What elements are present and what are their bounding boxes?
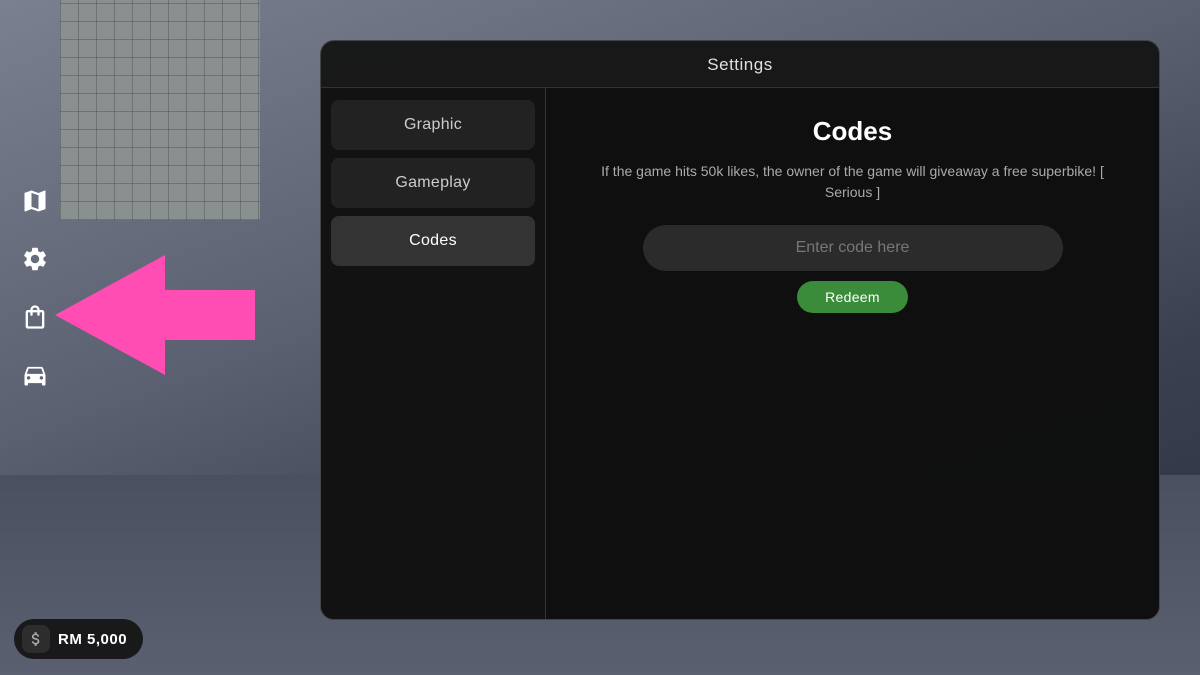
nav-panel: Graphic Gameplay Codes [321,88,546,619]
codes-description: If the game hits 50k likes, the owner of… [578,161,1127,203]
shop-icon[interactable] [14,296,56,338]
settings-modal: Settings Graphic Gameplay Codes Codes If… [320,40,1160,620]
redeem-button[interactable]: Redeem [797,281,908,313]
vehicle-icon[interactable] [14,354,56,396]
currency-amount: RM 5,000 [58,631,127,648]
arrow-left [55,255,255,375]
map-icon[interactable] [14,180,56,222]
content-panel: Codes If the game hits 50k likes, the ow… [546,88,1159,619]
code-input-wrapper [578,225,1127,271]
sidebar [14,180,56,396]
currency-icon [22,625,50,653]
nav-item-codes[interactable]: Codes [331,216,535,266]
settings-icon[interactable] [14,238,56,280]
modal-title: Settings [321,41,1159,88]
redeem-wrapper: Redeem [578,281,1127,313]
currency-bar: RM 5,000 [14,619,143,659]
nav-item-gameplay[interactable]: Gameplay [331,158,535,208]
modal-body: Graphic Gameplay Codes Codes If the game… [321,88,1159,619]
nav-item-graphic[interactable]: Graphic [331,100,535,150]
codes-title: Codes [578,116,1127,147]
code-input[interactable] [643,225,1063,271]
